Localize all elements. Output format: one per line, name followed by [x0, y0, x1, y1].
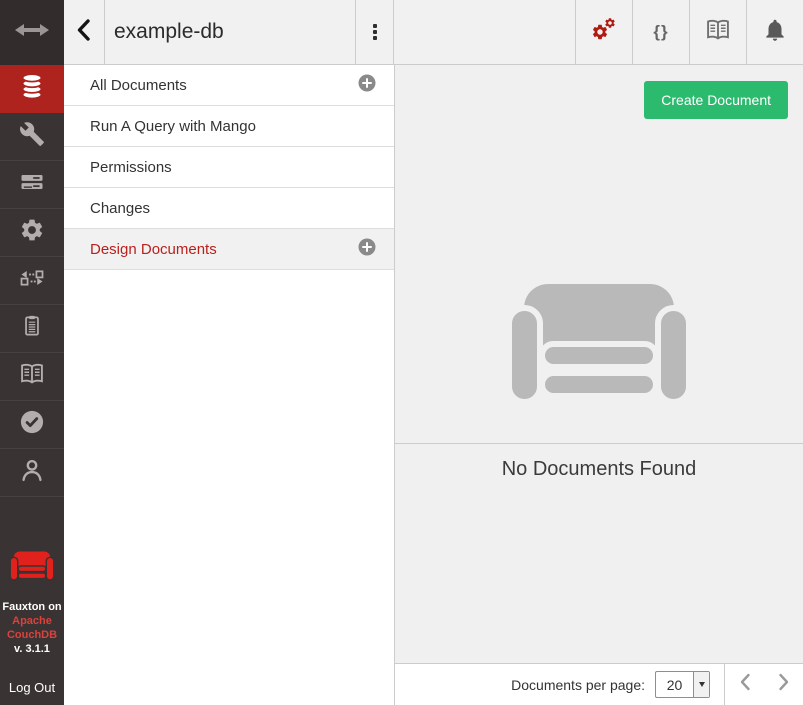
header-bar: example-db {} — [64, 0, 803, 65]
content-divider — [395, 443, 803, 444]
back-button[interactable] — [64, 0, 104, 64]
wrench-icon — [19, 121, 45, 152]
version-text: Fauxton on Apache CouchDB v. 3.1.1 — [2, 600, 61, 656]
empty-state-message: No Documents Found — [395, 458, 803, 481]
settings-gears-icon — [590, 16, 618, 49]
sidebar-item-account[interactable] — [0, 449, 64, 497]
documentation-book-icon — [704, 16, 732, 49]
select-dropdown-icon — [693, 672, 709, 697]
replication-icon — [18, 264, 46, 297]
next-page-button[interactable] — [764, 664, 803, 705]
menu-item-label: Changes — [90, 200, 150, 217]
main-content: Create Document No Documents Found Docum… — [395, 65, 803, 705]
json-braces-icon: {} — [653, 22, 668, 42]
sidebar-item-databases[interactable] — [0, 65, 64, 113]
menu-item-label: Run A Query with Mango — [90, 118, 256, 135]
couchdb-logo-icon — [9, 551, 55, 586]
empty-couch-icon — [505, 282, 693, 411]
fauxton-app: Fauxton on Apache CouchDB v. 3.1.1 Log O… — [0, 0, 803, 705]
sidebar-item-replication[interactable] — [0, 257, 64, 305]
per-page-select[interactable]: 20 — [655, 671, 710, 698]
chevron-left-icon — [738, 673, 752, 696]
clipboard-icon — [19, 313, 45, 344]
menu-item-label: All Documents — [90, 77, 187, 94]
kebab-menu-button[interactable] — [355, 0, 394, 64]
primary-sidebar: Fauxton on Apache CouchDB v. 3.1.1 Log O… — [0, 0, 64, 705]
fauxton-brand: Fauxton on Apache CouchDB v. 3.1.1 — [0, 551, 64, 656]
add-new-icon[interactable] — [358, 74, 376, 96]
servers-icon — [18, 168, 46, 201]
sidebar-item-verify[interactable] — [0, 401, 64, 449]
sidebar-item-active-tasks[interactable] — [0, 161, 64, 209]
verify-check-icon — [18, 408, 46, 441]
menu-item-mango-query[interactable]: Run A Query with Mango — [64, 106, 394, 147]
per-page-label: Documents per page: — [511, 677, 645, 693]
notifications-button[interactable] — [746, 0, 803, 64]
chevron-right-icon — [777, 673, 791, 696]
gear-icon — [19, 217, 45, 248]
menu-item-changes[interactable]: Changes — [64, 188, 394, 229]
settings-button[interactable] — [575, 0, 632, 64]
json-api-button[interactable]: {} — [632, 0, 689, 64]
sidebar-expand-button[interactable] — [0, 0, 64, 65]
menu-item-label: Design Documents — [90, 241, 217, 258]
sidebar-item-configuration[interactable] — [0, 209, 64, 257]
notification-bell-icon — [762, 17, 788, 48]
per-page-value: 20 — [656, 672, 693, 697]
database-title: example-db — [105, 0, 355, 64]
menu-item-label: Permissions — [90, 159, 172, 176]
add-new-icon[interactable] — [358, 238, 376, 260]
create-document-button[interactable]: Create Document — [644, 81, 788, 119]
menu-item-design-documents[interactable]: Design Documents — [64, 229, 394, 270]
chevron-left-icon — [72, 17, 96, 48]
sidebar-item-active-jobs[interactable] — [0, 305, 64, 353]
brand-line: CouchDB — [2, 628, 61, 642]
user-icon — [18, 456, 46, 489]
menu-item-all-documents[interactable]: All Documents — [64, 65, 394, 106]
databases-icon — [17, 71, 47, 106]
sidebar-item-setup[interactable] — [0, 113, 64, 161]
previous-page-button[interactable] — [725, 664, 764, 705]
menu-item-permissions[interactable]: Permissions — [64, 147, 394, 188]
sidebar-item-documentation[interactable] — [0, 353, 64, 401]
brand-line: v. 3.1.1 — [2, 642, 61, 656]
brand-line: Fauxton on — [2, 600, 61, 614]
documentation-button[interactable] — [689, 0, 746, 64]
documentation-book-icon — [18, 360, 46, 393]
logout-button[interactable]: Log Out — [0, 680, 64, 695]
resize-arrows-icon — [14, 21, 50, 44]
database-menu: All Documents Run A Query with Mango Per… — [64, 65, 395, 705]
brand-line: Apache — [2, 614, 61, 628]
pagination-footer: Documents per page: 20 — [395, 663, 803, 705]
